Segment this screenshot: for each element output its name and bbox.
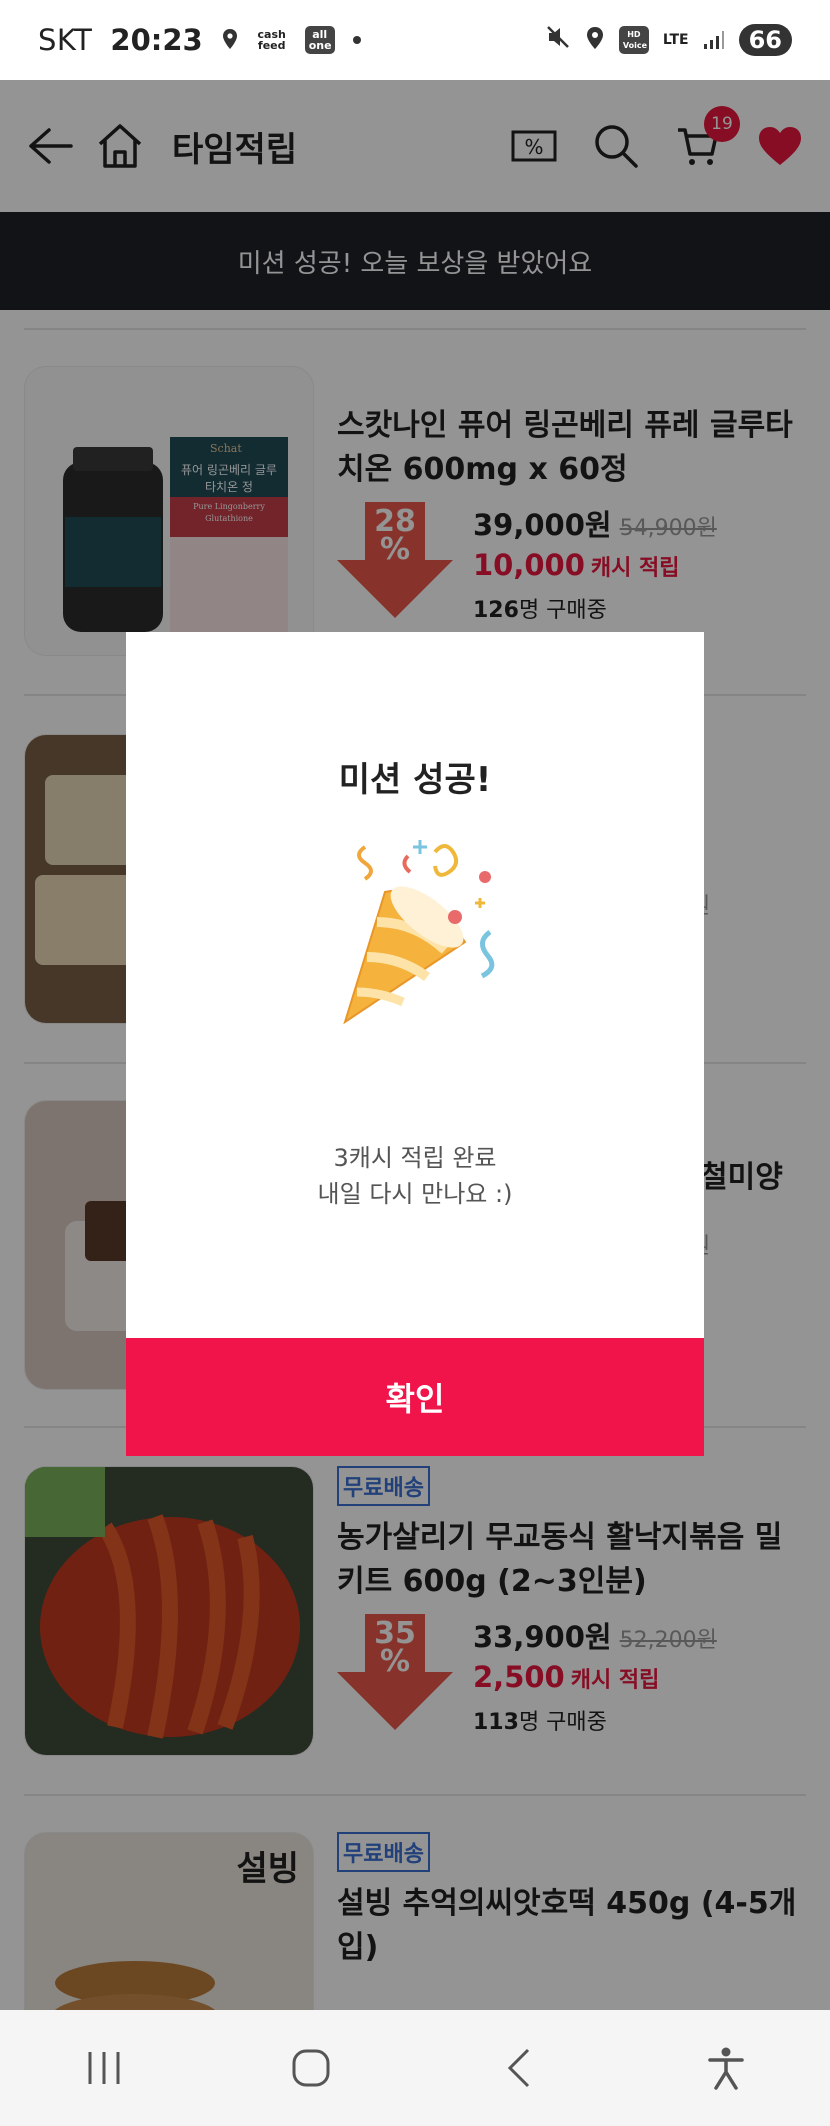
recent-apps-icon[interactable] (64, 2028, 144, 2108)
confirm-button[interactable]: 확인 (126, 1338, 704, 1456)
carrier-label: SKT (38, 23, 93, 57)
cashfeed-icon: cash feed (257, 28, 286, 52)
accessibility-icon[interactable] (686, 2028, 766, 2108)
clock: 20:23 (110, 23, 203, 57)
back-button-icon[interactable] (479, 2028, 559, 2108)
home-button-icon[interactable] (271, 2028, 351, 2108)
lte-icon: LTE (662, 31, 689, 48)
location-icon (221, 23, 239, 57)
gps-icon (585, 23, 605, 57)
system-nav-bar (0, 2010, 830, 2126)
allone-icon: all one (304, 26, 335, 54)
mission-success-dialog: 미션 성공! 3캐시 적립 완료 내일 다시 만나요 :) 확인 (126, 632, 704, 1456)
hd-voice-icon: HD Voice (618, 26, 649, 54)
status-bar: SKT 20:23 cash feed all one HD Voice LTE… (0, 0, 830, 80)
message-line-2: 내일 다시 만나요 :) (317, 1180, 513, 1208)
dialog-message: 3캐시 적립 완료 내일 다시 만나요 :) (126, 1140, 704, 1212)
mute-icon (545, 23, 571, 57)
party-popper-icon (315, 832, 515, 1032)
message-line-1: 3캐시 적립 완료 (333, 1144, 497, 1172)
signal-icon (703, 23, 725, 57)
dialog-title: 미션 성공! (338, 760, 492, 800)
notification-dot-icon (352, 36, 361, 44)
battery-indicator: 66 (738, 24, 792, 56)
